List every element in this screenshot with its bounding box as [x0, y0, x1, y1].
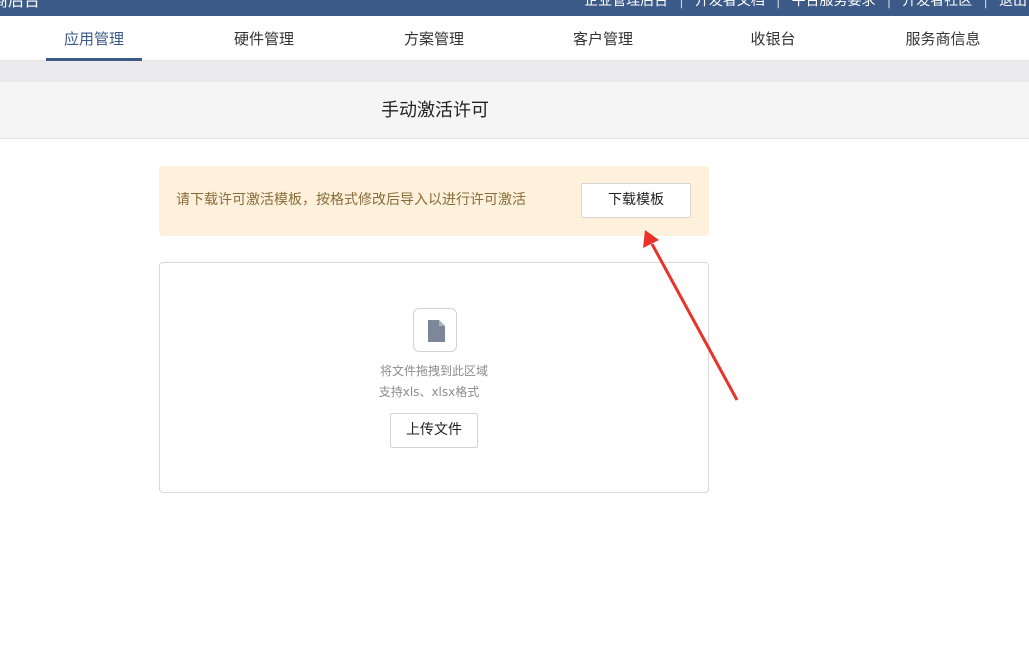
spacer-strip	[0, 61, 1029, 82]
page-header: 手动激活许可	[0, 82, 1029, 139]
format-hint: 支持xls、xlsx格式	[378, 385, 480, 399]
drag-hint: 将文件拖拽到此区域	[379, 364, 488, 378]
tab-hardware-management[interactable]: 硬件管理	[216, 16, 312, 61]
link-platform-requirements[interactable]: 平台服务要求	[792, 0, 876, 10]
page-title: 手动激活许可	[381, 100, 489, 121]
main-nav: 应用管理 硬件管理 方案管理 客户管理 收银台 服务商信息	[0, 16, 1029, 61]
tab-customer-management[interactable]: 客户管理	[555, 16, 651, 61]
top-links: 企业管理后台 | 开发者文档 | 平台服务要求 | 开发者社区 | 退出	[584, 0, 1027, 10]
tab-provider-info[interactable]: 服务商信息	[890, 16, 996, 61]
tab-solution-management[interactable]: 方案管理	[386, 16, 482, 61]
download-template-button[interactable]: 下载模板	[581, 183, 691, 218]
top-bar: 商后台 企业管理后台 | 开发者文档 | 平台服务要求 | 开发者社区 | 退出	[0, 0, 1029, 16]
separator: |	[983, 0, 988, 9]
brand-title: 商后台	[0, 0, 41, 10]
file-icon	[413, 308, 457, 352]
tab-cashier[interactable]: 收银台	[725, 16, 821, 61]
tab-app-management[interactable]: 应用管理	[46, 16, 142, 61]
separator: |	[679, 0, 684, 9]
link-enterprise-admin[interactable]: 企业管理后台	[584, 0, 668, 10]
link-logout[interactable]: 退出	[999, 0, 1027, 10]
separator: |	[886, 0, 892, 9]
link-developer-community[interactable]: 开发者社区	[902, 0, 972, 10]
upload-file-button[interactable]: 上传文件	[390, 413, 478, 448]
upload-dropzone[interactable]: 将文件拖拽到此区域 支持xls、xlsx格式 上传文件	[159, 262, 709, 493]
link-developer-docs[interactable]: 开发者文档	[695, 0, 765, 10]
template-notice: 请下载许可激活模板，按格式修改后导入以进行许可激活 下载模板	[159, 166, 709, 236]
notice-message: 请下载许可激活模板，按格式修改后导入以进行许可激活	[176, 192, 526, 208]
separator: |	[775, 0, 781, 9]
